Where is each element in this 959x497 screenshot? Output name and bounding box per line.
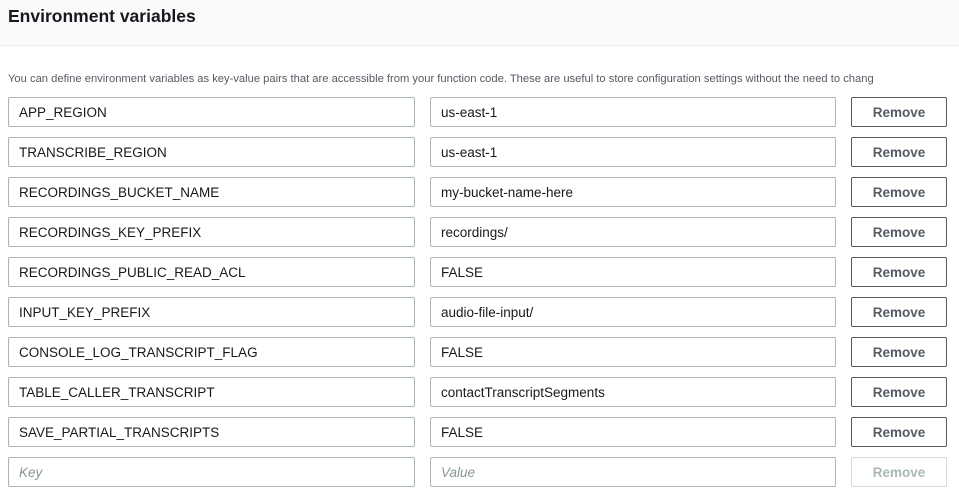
- remove-button[interactable]: Remove: [851, 297, 947, 327]
- remove-button[interactable]: Remove: [851, 257, 947, 287]
- env-var-key-input[interactable]: [8, 377, 415, 407]
- env-var-key-input[interactable]: [8, 417, 415, 447]
- env-var-row-save-partial-transcripts: Remove: [0, 417, 959, 457]
- env-var-row-new: Remove: [0, 457, 959, 497]
- remove-button[interactable]: Remove: [851, 137, 947, 167]
- new-key-input[interactable]: [8, 457, 415, 487]
- env-var-key-input[interactable]: [8, 297, 415, 327]
- env-var-list: Remove Remove Remove Remove Remove Remov…: [0, 97, 959, 497]
- env-var-value-input[interactable]: [430, 217, 836, 247]
- env-var-value-input[interactable]: [430, 257, 836, 287]
- env-var-row-app-region: Remove: [0, 97, 959, 137]
- remove-button[interactable]: Remove: [851, 377, 947, 407]
- env-var-key-input[interactable]: [8, 177, 415, 207]
- env-var-key-input[interactable]: [8, 257, 415, 287]
- env-var-row-input-key-prefix: Remove: [0, 297, 959, 337]
- remove-button[interactable]: Remove: [851, 217, 947, 247]
- remove-button[interactable]: Remove: [851, 337, 947, 367]
- env-var-key-input[interactable]: [8, 337, 415, 367]
- env-var-value-input[interactable]: [430, 177, 836, 207]
- remove-button[interactable]: Remove: [851, 177, 947, 207]
- env-var-key-input[interactable]: [8, 97, 415, 127]
- env-var-value-input[interactable]: [430, 377, 836, 407]
- new-value-input[interactable]: [430, 457, 836, 487]
- section-header: Environment variables: [0, 0, 959, 46]
- remove-button-disabled: Remove: [851, 457, 947, 487]
- env-var-key-input[interactable]: [8, 217, 415, 247]
- section-title: Environment variables: [8, 6, 196, 26]
- remove-button[interactable]: Remove: [851, 417, 947, 447]
- env-var-value-input[interactable]: [430, 417, 836, 447]
- remove-button[interactable]: Remove: [851, 97, 947, 127]
- env-var-row-transcribe-region: Remove: [0, 137, 959, 177]
- env-var-row-recordings-public-read-acl: Remove: [0, 257, 959, 297]
- env-var-row-table-caller-transcript: Remove: [0, 377, 959, 417]
- env-var-value-input[interactable]: [430, 297, 836, 327]
- env-var-value-input[interactable]: [430, 137, 836, 167]
- env-var-value-input[interactable]: [430, 337, 836, 367]
- env-var-value-input[interactable]: [430, 97, 836, 127]
- env-var-key-input[interactable]: [8, 137, 415, 167]
- env-var-row-recordings-bucket-name: Remove: [0, 177, 959, 217]
- section-description: You can define environment variables as …: [8, 73, 874, 85]
- env-var-row-console-log-transcript-flag: Remove: [0, 337, 959, 377]
- env-var-row-recordings-key-prefix: Remove: [0, 217, 959, 257]
